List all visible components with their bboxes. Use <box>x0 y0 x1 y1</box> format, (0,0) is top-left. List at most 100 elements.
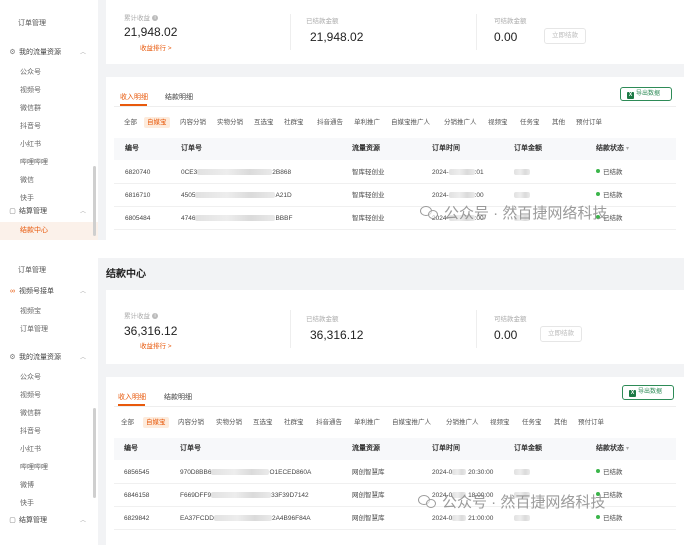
sidebar-item-official-account[interactable]: 公众号 <box>0 369 98 387</box>
filter-distribution-promoter[interactable]: 分销推广人 <box>446 417 479 428</box>
filter-douyin-notice[interactable]: 抖音通告 <box>316 417 342 428</box>
filter-shipinbao[interactable]: 视频宝 <box>488 117 508 128</box>
filter-zimeibao[interactable]: 自媒宝 <box>143 417 169 428</box>
watermark: 公众号 · 然百捷网络科技 <box>420 202 607 223</box>
sidebar-item-channels[interactable]: 视频号 <box>0 82 98 100</box>
summary-panel: 累计收益 i 21,948.02 收益排行 > 已结款金额 21,948.02 可… <box>106 0 684 64</box>
sidebar-item-kuaishou[interactable]: 快手 <box>0 495 98 513</box>
total-income-card: 累计收益 i 21,948.02 收益排行 > <box>106 0 286 64</box>
excel-icon: X <box>627 92 634 99</box>
sidebar-item-channels[interactable]: 视频号 <box>0 387 98 405</box>
cell-id: 6846158 <box>124 492 150 499</box>
filter-zimeibao[interactable]: 自媒宝 <box>144 117 170 128</box>
filter-prepaid-order[interactable]: 预付订单 <box>578 417 604 428</box>
sidebar-group-settlement[interactable]: ▢ 结算管理 ︿ <box>0 203 98 221</box>
page-title: 结款中心 <box>106 269 146 280</box>
sidebar-group-traffic-resources[interactable]: ⚙ 我的流量资源 ︿ <box>0 349 98 367</box>
info-icon[interactable]: i <box>152 15 158 21</box>
sidebar-item-order-management[interactable]: 订单管理 <box>0 262 98 280</box>
cell-order-no: 4505 A21D <box>181 192 292 199</box>
sort-icon: ▾ <box>625 446 629 452</box>
cell-source: 智库轻创业 <box>352 215 385 222</box>
filter-other[interactable]: 其他 <box>552 117 565 128</box>
tab-divider <box>114 106 676 107</box>
cell-order-amount <box>514 162 530 184</box>
col-settle-status[interactable]: 结款状态 ▾ <box>596 438 629 460</box>
sidebar-group-traffic-resources[interactable]: ⚙ 我的流量资源 ︿ <box>0 44 98 62</box>
filter-distribution-promoter[interactable]: 分销推广人 <box>444 117 477 128</box>
filter-zimeibao-promoter[interactable]: 自媒宝推广人 <box>391 117 430 128</box>
table-row[interactable]: 6856545 970D8BB6 O1ECED860A 网创智慧库 2024-0 … <box>114 462 676 484</box>
sidebar-item-wechat-group[interactable]: 微信群 <box>0 100 98 118</box>
sidebar-item-order-management[interactable]: 订单管理 <box>0 15 98 33</box>
filter-single-promo[interactable]: 单利推广 <box>354 417 380 428</box>
col-id: 编号 <box>124 445 138 452</box>
cell-settle-status: 已结款 <box>596 162 623 184</box>
income-rank-link[interactable]: 收益排行 > <box>140 340 172 350</box>
cell-source: 智库轻创业 <box>352 192 385 199</box>
income-rank-link[interactable]: 收益排行 > <box>140 42 172 52</box>
sidebar-item-bilibili[interactable]: 哔哩哔哩 <box>0 459 98 477</box>
total-income-value: 36,316.12 <box>124 324 178 338</box>
col-source: 流量资源 <box>352 145 380 152</box>
sidebar-item-official-account[interactable]: 公众号 <box>0 64 98 82</box>
sidebar-item-douyin[interactable]: 抖音号 <box>0 423 98 441</box>
sidebar-item-settlement-center[interactable]: 结款中心 <box>0 222 98 240</box>
filter-shequnbao[interactable]: 社群宝 <box>284 117 304 128</box>
filter-physical-distribution[interactable]: 实物分销 <box>217 117 243 128</box>
filter-shequnbao[interactable]: 社群宝 <box>284 417 304 428</box>
tab-settlement-detail[interactable]: 结款明细 <box>165 92 193 102</box>
tab-settlement-detail[interactable]: 结款明细 <box>164 392 192 402</box>
sidebar-item-video-order-management[interactable]: 订单管理 <box>0 321 98 339</box>
filter-content-distribution[interactable]: 内容分销 <box>178 417 204 428</box>
sidebar-group-video-orders[interactable]: ∞ 视频号接单 ︿ <box>0 283 98 301</box>
filter-huxuanbao[interactable]: 互选宝 <box>254 117 274 128</box>
table-row[interactable]: 6820740 0CE3 2B868 智库轻创业 2024-:01 已结款 <box>114 162 676 184</box>
filter-renwubao[interactable]: 任务宝 <box>520 117 540 128</box>
col-order-amount: 订单金额 <box>514 145 542 152</box>
sidebar-item-wechat[interactable]: 微信 <box>0 172 98 190</box>
export-data-button[interactable]: X 导出数据 <box>622 385 674 400</box>
sidebar-item-shipinbao[interactable]: 视频宝 <box>0 303 98 321</box>
sidebar-item-douyin[interactable]: 抖音号 <box>0 118 98 136</box>
total-income-label: 累计收益 <box>124 15 150 22</box>
cell-order-amount <box>514 462 530 484</box>
col-settle-status[interactable]: 结款状态 ▾ <box>596 138 629 160</box>
withdraw-button[interactable]: 立即结款 <box>540 326 582 342</box>
tab-income-detail[interactable]: 收入明细 <box>120 92 148 102</box>
sidebar-item-xiaohongshu[interactable]: 小红书 <box>0 136 98 154</box>
filter-shipinbao[interactable]: 视频宝 <box>490 417 510 428</box>
filter-content-distribution[interactable]: 内容分销 <box>180 117 206 128</box>
screenshot-settlement-2: 订单管理 ∞ 视频号接单 ︿ 视频宝 订单管理 ⚙ 我的流量资源 ︿ 公众号 视频号 微… <box>0 258 684 545</box>
sidebar-group-label: 结算管理 <box>19 517 47 524</box>
filter-physical-distribution[interactable]: 实物分销 <box>216 417 242 428</box>
sidebar-scrollbar[interactable] <box>93 408 96 498</box>
filter-prepaid-order[interactable]: 预付订单 <box>576 117 602 128</box>
filter-renwubao[interactable]: 任务宝 <box>522 417 542 428</box>
income-detail-panel: 收入明细 结款明细 X 导出数据 全部 自媒宝 内容分销 实物分销 互选宝 社群宝… <box>106 377 684 545</box>
tab-income-detail[interactable]: 收入明细 <box>118 392 146 402</box>
filter-single-promo[interactable]: 单利推广 <box>354 117 380 128</box>
filter-zimeibao-promoter[interactable]: 自媒宝推广人 <box>392 417 431 428</box>
sidebar-scrollbar[interactable] <box>93 166 96 236</box>
divider <box>290 14 291 50</box>
sidebar-item-bilibili[interactable]: 哔哩哔哩 <box>0 154 98 172</box>
filter-huxuanbao[interactable]: 互选宝 <box>253 417 273 428</box>
total-income-value: 21,948.02 <box>124 25 178 39</box>
withdraw-button[interactable]: 立即结款 <box>544 28 586 44</box>
export-data-button[interactable]: X 导出数据 <box>620 87 672 101</box>
sidebar-item-xiaohongshu[interactable]: 小红书 <box>0 441 98 459</box>
filter-other[interactable]: 其他 <box>554 417 567 428</box>
filter-all[interactable]: 全部 <box>121 417 134 428</box>
filter-all[interactable]: 全部 <box>124 117 137 128</box>
filter-douyin-notice[interactable]: 抖音通告 <box>317 117 343 128</box>
sidebar-item-weibo[interactable]: 微博 <box>0 477 98 495</box>
info-icon[interactable]: i <box>152 313 158 319</box>
summary-panel: 累计收益 i 36,316.12 收益排行 > 已结款金额 36,316.12 可… <box>106 290 684 364</box>
settled-amount-card: 已结款金额 36,316.12 <box>306 290 486 364</box>
sidebar-group-settlement[interactable]: ▢ 结算管理 ︿ <box>0 512 98 530</box>
cell-order-no: 970D8BB6 O1ECED860A <box>180 469 312 476</box>
settlement-icon: ▢ <box>9 517 16 524</box>
sidebar-item-wechat-group[interactable]: 微信群 <box>0 405 98 423</box>
settlement-icon: ▢ <box>9 208 16 215</box>
